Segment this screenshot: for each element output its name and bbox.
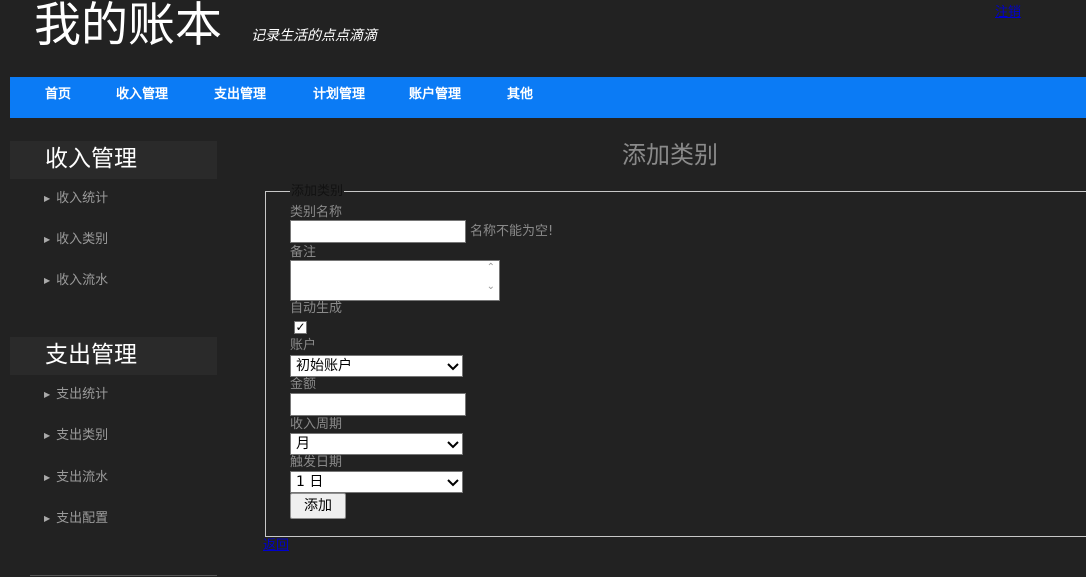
chevron-right-icon: ▶ [44,390,51,399]
nav-item-account[interactable]: 账户管理 [409,77,461,112]
account-label: 账户 [290,338,317,353]
period-label: 收入周期 [290,417,343,432]
name-label: 类别名称 [290,205,343,220]
page-title: 添加类别 [622,141,718,169]
note-textarea[interactable]: ⌃ ⌄ [290,260,500,301]
period-select-value: 月 [296,436,310,452]
page: 我的账本 记录生活的点点滴滴 注销 首页 收入管理 支出管理 计划管理 账户管理… [0,0,1086,577]
nav-item-home[interactable]: 首页 [45,77,71,112]
name-error: 名称不能为空! [470,224,554,239]
site-title: 我的账本 [34,0,222,53]
chevron-right-icon: ▶ [44,431,51,440]
trigger-date-select[interactable]: 1 日 [290,471,463,493]
form-legend: 添加类别 [290,184,345,200]
chevron-down-icon [447,441,459,449]
sidebar-item-income-stats[interactable]: ▶ 收入统计 [44,185,217,213]
chevron-right-icon: ▶ [44,194,51,203]
trigger-label: 触发日期 [290,455,343,470]
sidebar-heading-income: 收入管理 [10,141,217,179]
sidebar-item-income-flow[interactable]: ▶ 收入流水 [44,267,217,295]
auto-generate-checkbox[interactable]: ✓ [294,321,307,334]
sidebar-item-expense-flow[interactable]: ▶ 支出流水 [44,464,217,492]
sidebar-heading-expense: 支出管理 [10,337,217,375]
nav-item-other[interactable]: 其他 [507,77,533,112]
chevron-down-icon [447,363,459,371]
amount-input[interactable] [290,393,466,416]
sidebar-item-expense-config[interactable]: ▶ 支出配置 [44,505,217,533]
site-tagline: 记录生活的点点滴滴 [251,28,377,44]
sidebar-divider [30,575,217,576]
sidebar-item-expense-stats[interactable]: ▶ 支出统计 [44,381,217,409]
sidebar-item-label: 收入流水 [56,273,109,288]
name-input[interactable] [290,220,466,243]
sidebar-item-label: 支出统计 [56,387,109,402]
account-select-value: 初始账户 [296,358,352,374]
chevron-down-icon [447,479,459,487]
scroll-up-icon[interactable]: ⌃ [487,262,495,273]
sidebar-item-expense-category[interactable]: ▶ 支出类别 [44,422,217,450]
nav-item-expense[interactable]: 支出管理 [214,77,266,112]
back-link[interactable]: 返回 [263,538,289,554]
sidebar-item-label: 支出配置 [56,511,109,526]
chevron-right-icon: ▶ [44,473,51,482]
auto-label: 自动生成 [290,301,343,316]
note-label: 备注 [290,245,317,260]
nav-item-income[interactable]: 收入管理 [116,77,168,112]
sidebar-item-label: 收入统计 [56,191,109,206]
sidebar-item-label: 收入类别 [56,232,109,247]
trigger-date-value: 1 日 [296,474,324,490]
sidebar-item-label: 支出类别 [56,428,109,443]
nav-item-plan[interactable]: 计划管理 [313,77,365,112]
main-nav: 首页 收入管理 支出管理 计划管理 账户管理 其他 [10,77,1086,118]
period-select[interactable]: 月 [290,433,463,455]
chevron-right-icon: ▶ [44,235,51,244]
logout-link[interactable]: 注销 [995,1,1021,20]
add-button[interactable]: 添加 [290,493,346,519]
account-select[interactable]: 初始账户 [290,355,463,377]
scroll-down-icon[interactable]: ⌄ [487,281,495,292]
checkmark-icon: ✓ [295,320,306,334]
sidebar-item-label: 支出流水 [56,470,109,485]
chevron-right-icon: ▶ [44,276,51,285]
amount-label: 金额 [290,377,317,392]
chevron-right-icon: ▶ [44,514,51,523]
sidebar-item-income-category[interactable]: ▶ 收入类别 [44,226,217,254]
